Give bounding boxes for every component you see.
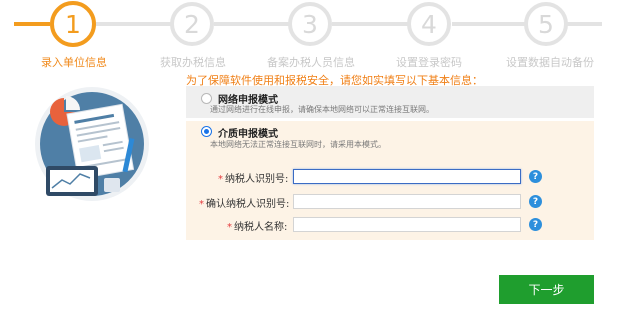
taxpayer-id-label: * 纳税人识别号: [218, 170, 288, 185]
taxpayer-id-label-text: 纳税人识别号: [225, 174, 289, 185]
next-step-button[interactable]: 下一步 [499, 275, 594, 304]
step-4-label: 设置登录密码 [396, 56, 462, 69]
help-icon[interactable]: ? [529, 195, 542, 208]
step-line-1 [14, 22, 50, 26]
document-illustration-icon [34, 78, 150, 208]
taxpayer-name-input[interactable] [293, 217, 521, 232]
step-line-4 [332, 22, 410, 26]
step-line-6 [566, 22, 602, 26]
confirm-taxpayer-id-input[interactable] [293, 194, 521, 209]
step-2-circle: 2 [170, 2, 214, 46]
media-mode-radio[interactable] [201, 126, 212, 137]
step-3-circle: 3 [288, 2, 332, 46]
step-line-5 [452, 22, 528, 26]
step-5-label: 设置数据自动备份 [506, 56, 594, 69]
step-line-2 [96, 22, 172, 26]
step-3-label: 备案办税人员信息 [267, 56, 355, 69]
required-mark: * [218, 174, 223, 185]
media-mode-title: 介质申报模式 [218, 129, 278, 140]
help-icon[interactable]: ? [529, 218, 542, 231]
confirm-taxpayer-id-label: * 确认纳税人识别号: [199, 195, 289, 210]
help-icon[interactable]: ? [529, 170, 542, 183]
network-mode-option[interactable]: 网络申报模式 通过网络进行在线申报，请确保本地网络可以正常连接互联网。 [186, 86, 594, 118]
step-2-label: 获取办税信息 [160, 56, 226, 69]
taxpayer-name-label-text: 纳税人名称: [234, 222, 288, 233]
network-mode-desc: 通过网络进行在线申报，请确保本地网络可以正常连接互联网。 [210, 105, 434, 114]
taxpayer-id-input[interactable] [293, 169, 521, 184]
step-4-circle: 4 [407, 2, 451, 46]
required-mark: * [227, 222, 232, 233]
confirm-taxpayer-id-label-text: 确认纳税人识别号: [206, 199, 290, 210]
step-5-circle: 5 [524, 2, 568, 46]
media-mode-desc: 本地网络无法正常连接互联网时，请采用本模式。 [210, 140, 386, 149]
step-1-label: 录入单位信息 [41, 56, 107, 69]
step-1-circle: 1 [50, 1, 96, 47]
step-line-3 [214, 22, 290, 26]
required-mark: * [199, 199, 204, 210]
setup-stepper: 1 2 3 4 5 录入单位信息 获取办税信息 备案办税人员信息 设置登录密码 … [0, 0, 620, 70]
taxpayer-name-label: * 纳税人名称: [227, 218, 287, 233]
network-mode-radio[interactable] [201, 93, 212, 104]
